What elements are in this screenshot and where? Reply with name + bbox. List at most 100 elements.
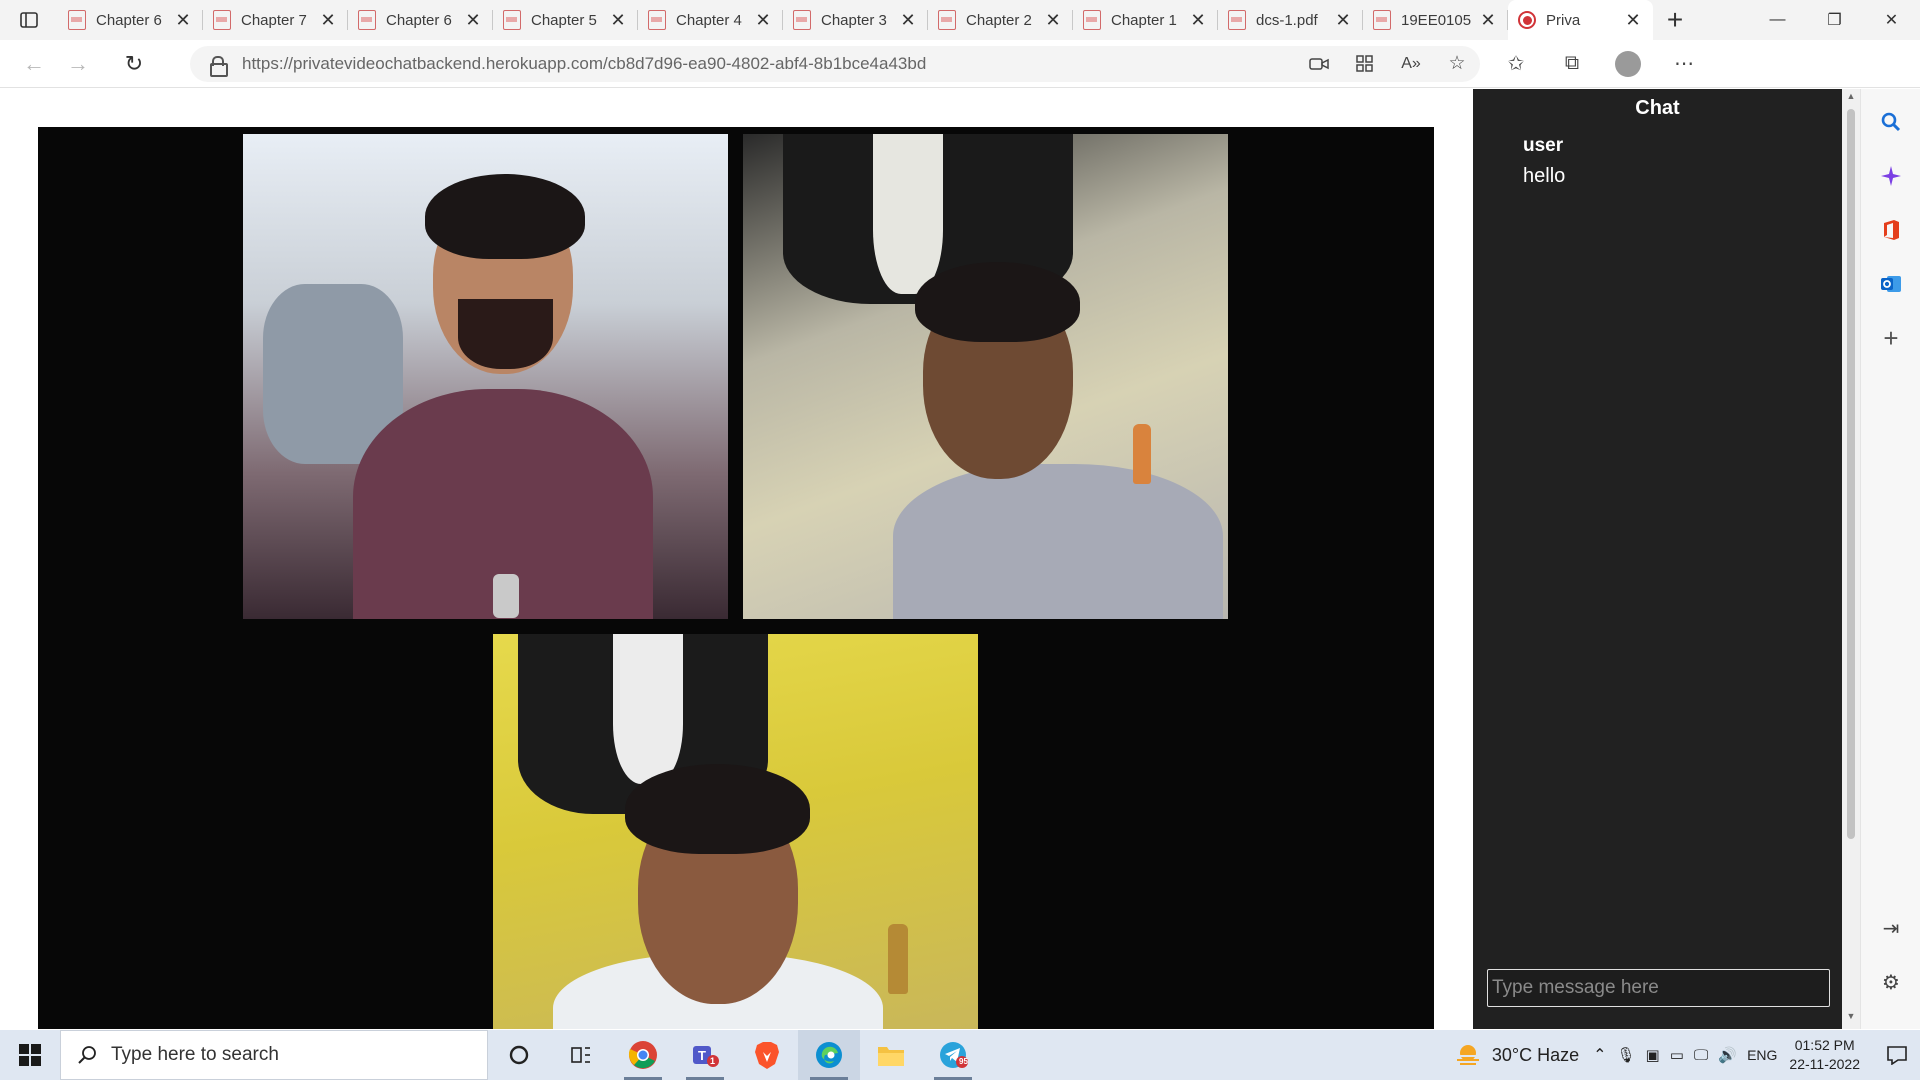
video-tile-2 (743, 134, 1228, 619)
tab-chapter-6b[interactable]: Chapter 6 ✕ (348, 0, 493, 40)
favorites-icon[interactable]: ✩ (1488, 44, 1544, 84)
close-tab-icon[interactable]: ✕ (1623, 10, 1643, 31)
minimize-button[interactable]: — (1749, 0, 1806, 40)
camera-icon[interactable] (1296, 46, 1342, 82)
chrome-taskbar-button[interactable] (612, 1030, 674, 1080)
read-aloud-icon[interactable]: A» (1388, 46, 1434, 82)
teams-taskbar-button[interactable]: T 1 (674, 1030, 736, 1080)
language-indicator[interactable]: ENG (1747, 1047, 1777, 1063)
taskbar-search[interactable]: Type here to search (60, 1030, 488, 1080)
telegram-taskbar-button[interactable]: 95 (922, 1030, 984, 1080)
chat-message-input[interactable] (1487, 969, 1830, 1007)
refresh-button[interactable]: ↻ (112, 44, 156, 84)
profile-avatar[interactable] (1615, 50, 1641, 77)
brave-taskbar-button[interactable] (736, 1030, 798, 1080)
close-tab-icon[interactable]: ✕ (608, 10, 628, 31)
sidebar-discover-button[interactable] (1861, 149, 1920, 203)
sidebar-search-button[interactable] (1861, 95, 1920, 149)
close-tab-icon[interactable]: ✕ (753, 10, 773, 31)
chevron-up-icon[interactable]: ⌃ (1593, 1045, 1606, 1065)
forward-button[interactable]: → (56, 44, 100, 84)
back-button[interactable]: ← (12, 44, 56, 84)
more-menu-icon[interactable]: ⋯ (1656, 44, 1712, 84)
page-scrollbar[interactable]: ▲ ▼ (1842, 89, 1860, 1029)
sidebar-add-button[interactable]: + (1861, 311, 1920, 365)
window-controls: — ❐ ✕ (1749, 0, 1920, 40)
weather-widget[interactable]: 30°C Haze (1454, 1042, 1579, 1068)
start-button[interactable] (0, 1030, 60, 1080)
sparkle-icon (1881, 166, 1901, 186)
tab-chapter-6[interactable]: Chapter 6 ✕ (58, 0, 203, 40)
apps-icon[interactable] (1342, 46, 1388, 82)
sidebar-office-button[interactable] (1861, 203, 1920, 257)
close-tab-icon[interactable]: ✕ (1478, 10, 1498, 31)
video-stage (38, 127, 1434, 1029)
collections-icon[interactable]: ⧉ (1544, 44, 1600, 84)
new-tab-button[interactable]: + (1653, 0, 1697, 40)
sidebar-collapse-icon[interactable]: ⇥ (1861, 901, 1920, 955)
tab-chapter-2[interactable]: Chapter 2 ✕ (928, 0, 1073, 40)
search-icon (1881, 112, 1901, 132)
close-tab-icon[interactable]: ✕ (1333, 10, 1353, 31)
tab-chapter-3[interactable]: Chapter 3 ✕ (783, 0, 928, 40)
close-tab-icon[interactable]: ✕ (1043, 10, 1063, 31)
pdf-icon (938, 10, 956, 30)
tab-19ee0105[interactable]: 19EE0105 ✕ (1363, 0, 1508, 40)
clock-time: 01:52 PM (1794, 1037, 1855, 1053)
clock-date: 22-11-2022 (1789, 1056, 1860, 1072)
scroll-up-icon[interactable]: ▲ (1842, 91, 1860, 107)
add-favorite-icon[interactable]: ☆ (1434, 46, 1480, 82)
close-tab-icon[interactable]: ✕ (898, 10, 918, 31)
url-field[interactable]: https://privatevideochatbackend.herokuap… (190, 45, 1480, 82)
pendant (493, 574, 519, 618)
person-hair (625, 764, 810, 854)
clock[interactable]: 01:52 PM 22-11-2022 (1789, 1036, 1860, 1074)
url-path: /cb8d7d96-ea90-4802-abf4-8b1bce4a43bd (603, 53, 927, 73)
tab-dcs-1[interactable]: dcs-1.pdf ✕ (1218, 0, 1363, 40)
chat-message: user hello (1523, 135, 1842, 188)
display-icon[interactable]: ▣ (1646, 1046, 1660, 1064)
edge-icon (816, 1042, 842, 1068)
sidebar-outlook-button[interactable] (1861, 257, 1920, 311)
pdf-icon (1228, 10, 1246, 30)
close-tab-icon[interactable]: ✕ (1188, 10, 1208, 31)
search-placeholder: Type here to search (111, 1044, 279, 1065)
volume-icon[interactable]: 🔊 (1718, 1046, 1737, 1064)
svg-text:T: T (698, 1048, 706, 1063)
recording-icon (1518, 11, 1536, 29)
chat-panel: Chat user hello (1473, 89, 1842, 1029)
tab-chapter-4[interactable]: Chapter 4 ✕ (638, 0, 783, 40)
tab-chapter-1[interactable]: Chapter 1 ✕ (1073, 0, 1218, 40)
battery-icon[interactable]: ▭ (1670, 1046, 1684, 1064)
pdf-icon (358, 10, 376, 30)
cortana-button[interactable] (488, 1030, 550, 1080)
scroll-down-icon[interactable]: ▼ (1842, 1011, 1860, 1027)
windows-icon (19, 1044, 41, 1066)
tab-actions-button[interactable] (0, 0, 58, 40)
microphone-icon[interactable]: 🎙 (1617, 1046, 1636, 1064)
bottle (888, 924, 908, 994)
tab-private-video-chat[interactable]: Priva ✕ (1508, 0, 1653, 108)
close-window-button[interactable]: ✕ (1863, 0, 1920, 40)
tab-chapter-7[interactable]: Chapter 7 ✕ (203, 0, 348, 40)
pdf-icon (503, 10, 521, 30)
lock-icon[interactable] (210, 55, 228, 77)
notifications-button[interactable] (1874, 1030, 1920, 1080)
chrome-icon (628, 1041, 657, 1069)
tab-strip: Chapter 6 ✕ Chapter 7 ✕ Chapter 6 ✕ Chapter… (0, 0, 1920, 108)
scroll-thumb[interactable] (1847, 109, 1855, 839)
pdf-icon (793, 10, 811, 30)
network-icon[interactable]: 🖵 (1694, 1047, 1708, 1064)
close-tab-icon[interactable]: ✕ (173, 10, 193, 31)
url-domain: https://privatevideochatbackend.herokuap… (242, 53, 604, 73)
sidebar-settings-icon[interactable]: ⚙ (1861, 955, 1920, 1009)
file-explorer-taskbar-button[interactable] (860, 1030, 922, 1080)
url-icons: A» ☆ (1296, 46, 1480, 82)
tab-chapter-5[interactable]: Chapter 5 ✕ (493, 0, 638, 40)
restore-button[interactable]: ❐ (1806, 0, 1863, 40)
close-tab-icon[interactable]: ✕ (318, 10, 338, 31)
edge-taskbar-button[interactable] (798, 1030, 860, 1080)
task-view-button[interactable] (550, 1030, 612, 1080)
person-torso (893, 464, 1223, 619)
close-tab-icon[interactable]: ✕ (463, 10, 483, 31)
